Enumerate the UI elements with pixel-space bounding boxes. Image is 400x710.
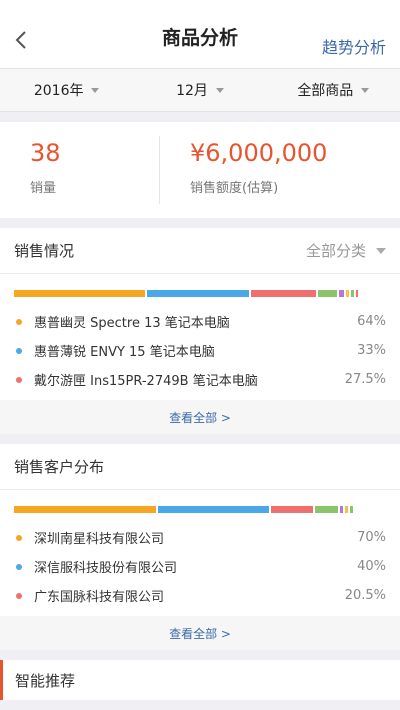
smart-recommendation-title: 智能推荐: [15, 671, 76, 690]
trend-analysis-link[interactable]: 趋势分析: [322, 34, 386, 58]
category-filter-label: 全部分类: [305, 242, 366, 260]
caret-down-icon: [215, 87, 224, 93]
sales-share-bar-segment: [14, 290, 146, 297]
product-row[interactable]: 惠普幽灵 Spectre 13 笔记本电脑 64%: [14, 307, 386, 336]
sales-share-bar-segment: [318, 290, 337, 297]
sales-share-bar-segment: [250, 290, 317, 297]
page-title: 商品分析: [161, 26, 238, 49]
customer-distribution-card: 销售客户分布 深圳南星科技有限公司 70% 深信服科技股份有限公司 40% 广东国脉科技…: [0, 444, 400, 650]
customer-share-bar-segment: [14, 506, 157, 513]
item-name: 惠普幽灵 Spectre 13 笔记本电脑: [34, 316, 230, 331]
customer-share-bar-segment: [345, 506, 348, 513]
product-row[interactable]: 惠普薄锐 ENVY 15 笔记本电脑 33%: [14, 336, 386, 365]
item-name: 广东国脉科技有限公司: [34, 590, 165, 605]
customer-share-bar: [14, 506, 386, 513]
year-filter[interactable]: 2016年: [0, 69, 133, 111]
item-percentage: 64%: [357, 314, 386, 329]
item-percentage: 27.5%: [344, 372, 386, 387]
caret-down-icon: [361, 87, 370, 93]
sales-share-bar: [14, 290, 386, 297]
sales-share-bar-segment: [338, 290, 345, 297]
sales-situation-title: 销售情况: [14, 242, 75, 260]
category-filter[interactable]: 全部分类: [306, 240, 386, 261]
customer-row[interactable]: 深圳南星科技有限公司 70%: [14, 523, 386, 552]
smart-recommendation-section[interactable]: 智能推荐: [0, 660, 400, 700]
legend-dot-icon: [16, 563, 22, 570]
customer-share-bar-segment: [339, 506, 344, 513]
customer-share-bar-segment: [270, 506, 314, 513]
customer-distribution-title: 销售客户分布: [14, 458, 105, 476]
item-name: 戴尔游匣 Ins15PR-2749B 笔记本电脑: [34, 374, 258, 389]
customer-list: 深圳南星科技有限公司 70% 深信服科技股份有限公司 40% 广东国脉科技有限公司 20.…: [0, 523, 400, 610]
sales-amount-value: ¥6,000,000: [190, 139, 328, 167]
item-percentage: 20.5%: [344, 588, 386, 603]
item-percentage: 40%: [357, 559, 386, 574]
caret-down-icon: [376, 247, 386, 254]
sales-share-bar-segment: [355, 290, 359, 297]
sales-share-bar-segment: [147, 290, 249, 297]
item-name: 深圳南星科技有限公司: [34, 532, 165, 547]
customer-row[interactable]: 广东国脉科技有限公司 20.5%: [14, 581, 386, 610]
sales-count-cell: 38 销量: [0, 136, 160, 204]
filter-bar: 2016年 12月 全部商品: [0, 68, 400, 112]
view-all-products-link[interactable]: 查看全部 >: [0, 400, 400, 434]
caret-down-icon: [91, 87, 100, 93]
year-filter-label: 2016年: [33, 83, 84, 99]
product-row[interactable]: 戴尔游匣 Ins15PR-2749B 笔记本电脑 27.5%: [14, 365, 386, 394]
item-name: 惠普薄锐 ENVY 15 笔记本电脑: [34, 345, 215, 360]
view-all-customers-link[interactable]: 查看全部 >: [0, 616, 400, 650]
customer-share-bar-segment: [158, 506, 269, 513]
sales-amount-cell: ¥6,000,000 销售额度(估算): [160, 122, 327, 218]
month-filter[interactable]: 12月: [133, 69, 266, 111]
customer-row[interactable]: 深信服科技股份有限公司 40%: [14, 552, 386, 581]
product-filter[interactable]: 全部商品: [267, 69, 400, 111]
item-name: 深信服科技股份有限公司: [34, 561, 178, 576]
sales-product-list: 惠普幽灵 Spectre 13 笔记本电脑 64% 惠普薄锐 ENVY 15 笔记本…: [0, 307, 400, 394]
legend-dot-icon: [16, 376, 22, 383]
sales-situation-card: 销售情况 全部分类 惠普幽灵 Spectre 13 笔记本电脑 64% 惠普薄锐 E…: [0, 228, 400, 434]
navigation-bar: 商品分析 趋势分析: [0, 0, 400, 68]
legend-dot-icon: [16, 534, 22, 541]
item-percentage: 33%: [357, 343, 386, 358]
legend-dot-icon: [16, 318, 22, 325]
customer-share-bar-segment: [315, 506, 338, 513]
product-filter-label: 全部商品: [297, 83, 354, 99]
month-filter-label: 12月: [176, 83, 208, 99]
sales-count-value: 38: [30, 139, 61, 167]
sales-amount-label: 销售额度(估算): [190, 181, 279, 196]
customer-distribution-header: 销售客户分布: [0, 444, 400, 490]
item-percentage: 70%: [357, 530, 386, 545]
back-arrow-icon[interactable]: [14, 30, 28, 50]
sales-situation-header: 销售情况 全部分类: [0, 228, 400, 274]
summary-stats: 38 销量 ¥6,000,000 销售额度(估算): [0, 122, 400, 218]
sales-share-bar-segment: [346, 290, 350, 297]
sales-count-label: 销量: [30, 181, 57, 196]
legend-dot-icon: [16, 347, 22, 354]
legend-dot-icon: [16, 592, 22, 599]
customer-share-bar-segment: [349, 506, 353, 513]
sales-share-bar-segment: [351, 290, 354, 297]
